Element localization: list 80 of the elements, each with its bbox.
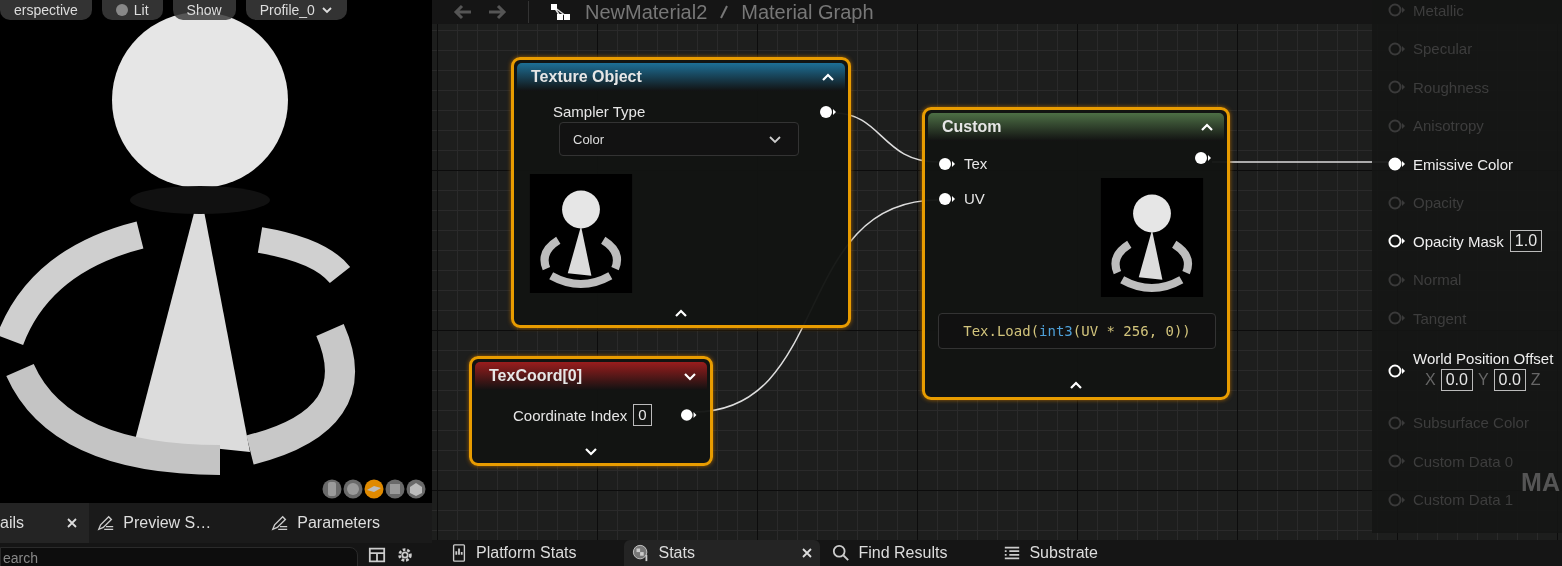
- input-pin-icon[interactable]: [1388, 195, 1406, 210]
- input-label: Tex: [964, 155, 988, 172]
- viewport-toolbar-button[interactable]: Show: [172, 0, 236, 20]
- value-field[interactable]: 1.0: [1509, 230, 1543, 253]
- input-label: UV: [964, 190, 985, 207]
- pin-label: Emissive Color: [1413, 155, 1514, 173]
- device-icon: [450, 544, 468, 562]
- cylinder-icon[interactable]: [322, 479, 342, 499]
- sampler-dropdown[interactable]: Color: [559, 122, 799, 156]
- table-icon[interactable]: [368, 545, 386, 564]
- close-icon[interactable]: [67, 518, 78, 528]
- edit-icon: [271, 514, 290, 532]
- viewport-toolbar-button[interactable]: Lit: [101, 0, 163, 20]
- input-pin-icon[interactable]: [1388, 492, 1406, 507]
- panel-tab[interactable]: Stats: [624, 540, 821, 566]
- node-graph-icon: [549, 3, 573, 21]
- output-pin-icon[interactable]: [819, 104, 837, 119]
- panel-tab[interactable]: Platform Stats: [442, 540, 585, 566]
- breadcrumb-item[interactable]: NewMaterial2: [585, 0, 708, 24]
- input-pin-icon[interactable]: [1388, 311, 1406, 326]
- value-field[interactable]: 0.0: [1440, 369, 1473, 391]
- panel-tab[interactable]: Parameters: [263, 503, 394, 543]
- input-pin-icon[interactable]: [938, 156, 956, 171]
- panel-tab[interactable]: Preview S…: [89, 503, 226, 543]
- property-label: Coordinate Index: [513, 406, 628, 424]
- cube-icon[interactable]: [385, 479, 405, 499]
- mesh-icon[interactable]: [406, 479, 426, 499]
- input-pin-icon[interactable]: [1388, 157, 1406, 172]
- list-icon: [1003, 544, 1022, 562]
- value-field[interactable]: 0: [633, 404, 652, 426]
- chevron-down-icon[interactable]: [683, 371, 697, 381]
- input-pin-icon[interactable]: [1388, 234, 1406, 249]
- axis-label: X: [1425, 371, 1436, 389]
- graph-node[interactable]: Custom Tex UV Tex.Load(int3(UV * 256, 0)): [922, 107, 1230, 400]
- chevron-down-icon[interactable]: [584, 446, 598, 456]
- output-pin-icon[interactable]: [679, 408, 697, 422]
- chevron-up-icon[interactable]: [674, 308, 688, 318]
- chevron-up-icon[interactable]: [1069, 380, 1083, 390]
- breadcrumb-item[interactable]: Material Graph: [741, 0, 874, 24]
- pin-label: Opacity Mask: [1413, 232, 1504, 250]
- sphere-icon[interactable]: [343, 479, 363, 499]
- panel-tab[interactable]: Substrate: [995, 540, 1106, 566]
- graph-node[interactable]: Texture Object Sampler Type Color: [511, 57, 851, 328]
- graph-watermark: MA: [1521, 470, 1560, 495]
- close-icon[interactable]: [802, 548, 813, 558]
- graph-node[interactable]: TexCoord[0] Coordinate Index 0: [469, 356, 713, 466]
- input-pin-icon[interactable]: [1388, 118, 1406, 133]
- value-field[interactable]: 0.0: [1493, 369, 1526, 391]
- back-arrow-icon[interactable]: [452, 4, 474, 20]
- edit-icon: [97, 514, 116, 532]
- viewport-toolbar-button[interactable]: erspective: [0, 0, 92, 20]
- input-pin-icon[interactable]: [1388, 454, 1406, 469]
- output-pin-icon[interactable]: [1194, 151, 1212, 165]
- axis-label: Y: [1477, 371, 1489, 389]
- input-pin-icon[interactable]: [1388, 272, 1406, 287]
- node-title: TexCoord[0]: [489, 367, 583, 385]
- property-label: Sampler Type: [553, 103, 646, 120]
- caret-icon: [768, 134, 782, 144]
- search-icon: [832, 544, 851, 562]
- axis-label: Z: [1530, 371, 1541, 389]
- pin-label: World Position Offset: [1413, 350, 1554, 367]
- viewport-toolbar-button[interactable]: Profile_0: [245, 0, 347, 20]
- settings-icon[interactable]: [396, 545, 414, 564]
- panel-tab[interactable]: ails: [0, 503, 90, 543]
- input-pin-icon[interactable]: [1388, 415, 1406, 430]
- code-expression[interactable]: Tex.Load(int3(UV * 256, 0)): [938, 313, 1216, 349]
- input-pin-icon[interactable]: [1388, 3, 1406, 18]
- input-pin-icon[interactable]: [938, 191, 956, 206]
- chevron-up-icon[interactable]: [821, 72, 835, 82]
- forward-arrow-icon[interactable]: [486, 4, 508, 20]
- node-title: Texture Object: [531, 68, 642, 86]
- node-title: Custom: [942, 118, 1002, 136]
- chevron-up-icon[interactable]: [1200, 122, 1214, 132]
- input-pin-icon[interactable]: [1388, 363, 1406, 378]
- input-pin-icon[interactable]: [1388, 80, 1406, 95]
- caret-icon: [320, 6, 333, 14]
- plane-icon[interactable]: [364, 479, 384, 499]
- panel-tab[interactable]: Find Results: [824, 540, 956, 566]
- search-field[interactable]: earch: [0, 546, 358, 566]
- input-pin-icon[interactable]: [1388, 41, 1406, 56]
